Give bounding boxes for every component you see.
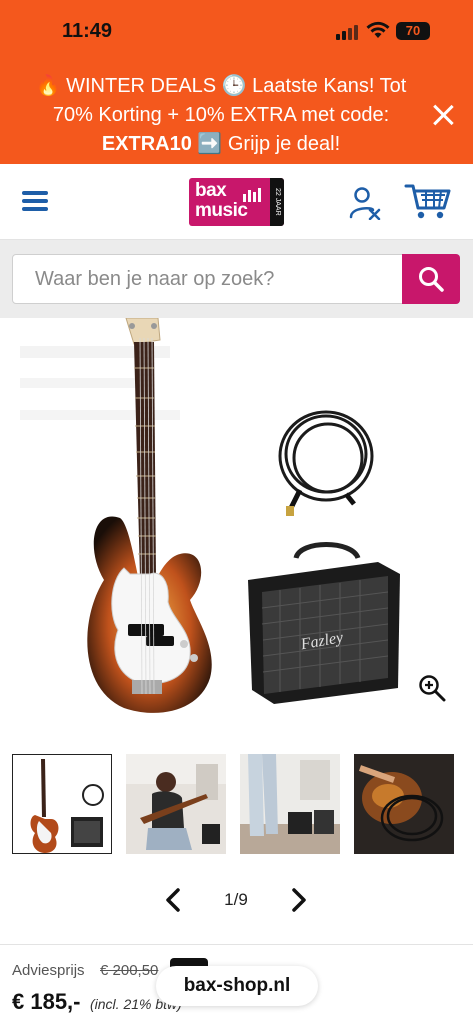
product-image[interactable]: Fazley [0, 317, 473, 738]
battery-indicator: 70 [396, 22, 430, 40]
logo-bars-icon [243, 188, 261, 202]
promo-banner[interactable]: 🔥 WINTER DEALS 🕒 Laatste Kans! Tot 70% K… [0, 64, 473, 164]
promo-line-1: 🔥 WINTER DEALS 🕒 Laatste Kans! Tot [35, 75, 407, 97]
thumb-woman-playing[interactable] [126, 754, 226, 854]
wifi-icon [366, 21, 390, 38]
chevron-left-icon[interactable] [160, 886, 188, 914]
thumbnail-strip [0, 754, 473, 856]
thumb-bass-set[interactable] [12, 754, 112, 854]
bax-music-logo[interactable]: bax music 22 JAAR [189, 178, 284, 226]
product-price: € 185,- [12, 989, 81, 1014]
gallery-pager: 1/9 [0, 880, 473, 920]
logo-text: bax music [195, 180, 248, 221]
search-input[interactable] [13, 255, 401, 303]
chevron-right-icon[interactable] [284, 886, 312, 914]
status-time: 11:49 [62, 20, 113, 42]
browser-url-bar[interactable]: bax-shop.nl [156, 966, 318, 1006]
thumb-cable-closeup[interactable] [354, 754, 454, 854]
advies-label: Adviesprijs [12, 962, 85, 979]
pager-count: 1/9 [224, 890, 248, 909]
zoom-in-icon[interactable] [418, 674, 446, 702]
thumb-person-amp[interactable] [240, 754, 340, 854]
account-icon[interactable] [348, 186, 382, 220]
status-bar: 11:49 70 [0, 0, 473, 64]
search-button[interactable] [402, 254, 460, 304]
menu-icon[interactable] [22, 190, 48, 212]
promo-cta: ➡️ Grijp je deal! [191, 133, 341, 155]
promo-text[interactable]: 🔥 WINTER DEALS 🕒 Laatste Kans! Tot 70% K… [16, 72, 426, 159]
promo-line-2: 70% Korting + 10% EXTRA met code: [52, 104, 390, 126]
search-icon [419, 267, 444, 292]
bass-guitar-set-image: Fazley [20, 317, 400, 713]
search-box [12, 254, 460, 304]
promo-code: EXTRA10 [101, 133, 192, 155]
promo-line-3: EXTRA10 ➡️ Grijp je deal! [16, 130, 426, 159]
advies-price: € 200,50 [100, 962, 159, 979]
search-bar [0, 240, 473, 318]
close-icon[interactable] [430, 102, 456, 128]
signal-icon [336, 24, 360, 40]
logo-anniversary: 22 JAAR [270, 178, 284, 226]
site-header: bax music 22 JAAR [0, 164, 473, 240]
cart-icon[interactable] [404, 182, 452, 220]
divider [0, 944, 473, 945]
